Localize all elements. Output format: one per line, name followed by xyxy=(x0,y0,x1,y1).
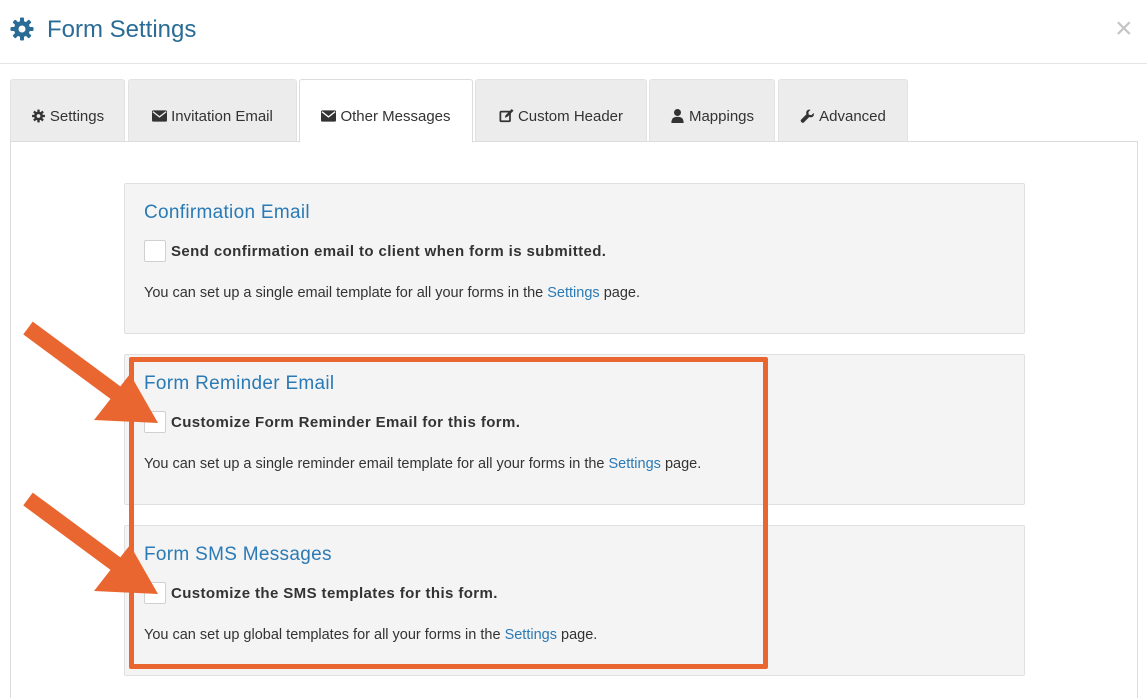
user-icon xyxy=(670,109,685,123)
envelope-icon xyxy=(321,109,337,123)
wrench-icon xyxy=(800,109,815,123)
tab-custom-header[interactable]: Custom Header xyxy=(475,79,647,142)
tab-bar: Settings Invitation Email Other Messages… xyxy=(10,79,1138,143)
form-reminder-email-checkbox[interactable] xyxy=(144,411,166,433)
tab-invitation-email[interactable]: Invitation Email xyxy=(128,79,297,142)
help-text: You can set up global templates for all … xyxy=(144,627,597,643)
help-text-suffix: page. xyxy=(603,285,640,301)
tab-mappings[interactable]: Mappings xyxy=(649,79,775,142)
confirmation-email-section: Confirmation Email Send confirmation ema… xyxy=(124,183,1025,334)
edit-icon xyxy=(499,109,514,123)
help-text-suffix: page. xyxy=(561,627,598,643)
checkbox-label[interactable]: Send confirmation email to client when f… xyxy=(171,243,606,260)
sms-templates-checkbox[interactable] xyxy=(144,582,166,604)
tab-label: Settings xyxy=(49,107,105,125)
help-text-prefix: You can set up a single reminder email t… xyxy=(144,456,605,472)
section-title: Confirmation Email xyxy=(144,202,310,223)
section-title: Form Reminder Email xyxy=(144,373,335,394)
help-text: You can set up a single reminder email t… xyxy=(144,456,701,472)
form-reminder-email-section: Form Reminder Email Customize Form Remin… xyxy=(124,354,1025,505)
checkbox-row: Customize Form Reminder Email for this f… xyxy=(144,411,520,433)
tab-label: Custom Header xyxy=(517,107,624,125)
tab-other-messages[interactable]: Other Messages xyxy=(299,79,473,143)
confirmation-email-checkbox[interactable] xyxy=(144,240,166,262)
settings-link[interactable]: Settings xyxy=(547,285,599,301)
section-title: Form SMS Messages xyxy=(144,544,332,565)
checkbox-row: Customize the SMS templates for this for… xyxy=(144,582,498,604)
checkbox-row: Send confirmation email to client when f… xyxy=(144,240,606,262)
dialog-header: Form Settings × xyxy=(0,0,1147,64)
checkbox-label[interactable]: Customize Form Reminder Email for this f… xyxy=(171,414,520,431)
tab-label: Advanced xyxy=(819,107,886,125)
close-icon[interactable]: × xyxy=(1115,14,1133,44)
gear-icon xyxy=(31,109,46,123)
tab-advanced[interactable]: Advanced xyxy=(778,79,908,142)
form-sms-messages-section: Form SMS Messages Customize the SMS temp… xyxy=(124,525,1025,676)
tab-label: Invitation Email xyxy=(171,107,273,125)
tab-settings[interactable]: Settings xyxy=(10,79,125,142)
settings-link[interactable]: Settings xyxy=(505,627,557,643)
help-text-prefix: You can set up global templates for all … xyxy=(144,627,501,643)
dialog-title: Form Settings xyxy=(47,16,197,43)
help-text-suffix: page. xyxy=(664,456,702,472)
help-text-prefix: You can set up a single email template f… xyxy=(144,285,544,301)
settings-link[interactable]: Settings xyxy=(609,456,661,472)
tab-label: Mappings xyxy=(688,107,755,125)
checkbox-label[interactable]: Customize the SMS templates for this for… xyxy=(171,585,498,602)
envelope-icon xyxy=(152,109,168,123)
gear-icon xyxy=(10,17,34,41)
help-text: You can set up a single email template f… xyxy=(144,285,640,301)
tab-label: Other Messages xyxy=(340,107,451,125)
